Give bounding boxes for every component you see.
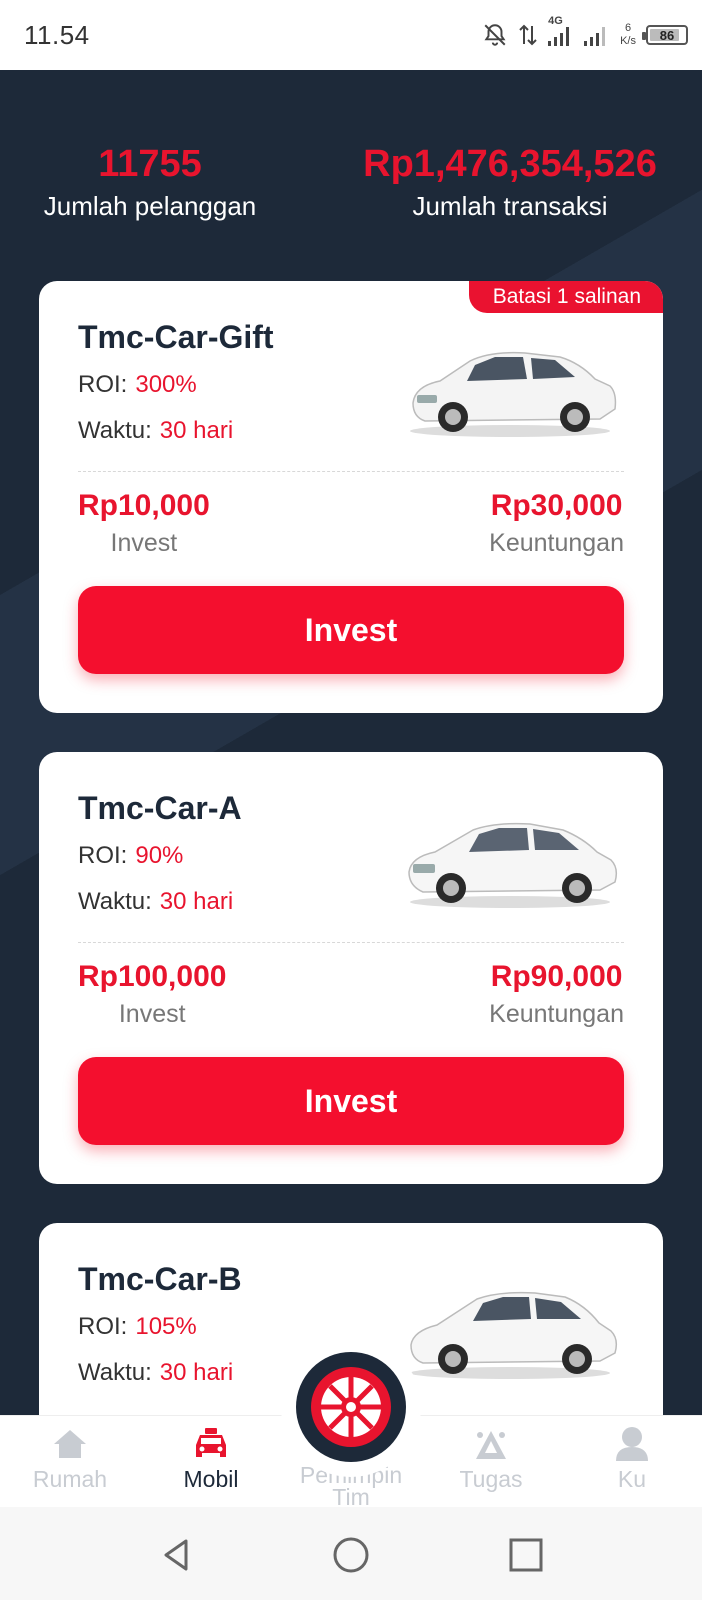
time-label: Waktu: <box>78 888 152 915</box>
car-image <box>410 1291 618 1379</box>
user-icon <box>572 1424 692 1464</box>
nav-item-car[interactable]: Mobil <box>151 1424 271 1494</box>
roi-row: ROI: 300% <box>78 371 197 399</box>
home-icon <box>10 1424 130 1464</box>
invest-label: Invest <box>110 529 178 557</box>
system-nav <box>0 1507 702 1600</box>
invest-value: Rp10,000 <box>78 489 210 522</box>
signal-icon <box>584 23 610 47</box>
roi-row: ROI: 90% <box>78 842 183 870</box>
invest-value: Rp100,000 <box>78 960 227 993</box>
invest-amount: Rp100,000 Invest <box>78 957 226 1031</box>
roi-label: ROI: <box>78 371 128 398</box>
battery-text: 86 <box>659 27 675 43</box>
stat-value: 11755 <box>98 143 202 185</box>
tasks-icon <box>431 1424 551 1464</box>
time-row: Waktu: 30 hari <box>78 1359 233 1387</box>
roi-value: 300% <box>135 371 197 398</box>
network-type: 4G <box>548 15 563 27</box>
time-row: Waktu: 30 hari <box>78 888 233 916</box>
data-transfer-icon <box>518 22 538 48</box>
profit-value: Rp90,000 <box>490 960 623 993</box>
status-time: 11.54 <box>24 20 90 50</box>
invest-button[interactable]: Invest <box>78 586 624 674</box>
roi-label: ROI: <box>78 842 128 869</box>
nav-label: Mobil <box>183 1466 239 1492</box>
signal-4g-icon: 4G <box>548 15 574 47</box>
team-leader-button[interactable] <box>296 1352 406 1462</box>
home-circle-icon[interactable] <box>331 1535 371 1575</box>
profit-label: Keuntungan <box>489 1000 624 1028</box>
wheel-icon <box>311 1367 391 1447</box>
recents-icon[interactable] <box>506 1535 546 1575</box>
card-title: Tmc-Car-B <box>78 1261 242 1297</box>
stats-section: 11755 Jumlah pelanggan Rp1,476,354,526 J… <box>0 142 702 232</box>
notifications-off-icon <box>482 22 508 48</box>
stat-customers: 11755 Jumlah pelanggan <box>30 142 270 224</box>
product-card: Batasi 1 salinan Tmc-Car-Gift ROI: 300% W… <box>39 281 663 713</box>
time-value: 30 hari <box>159 888 234 915</box>
divider <box>78 942 624 943</box>
net-speed-value: 6 <box>624 22 632 34</box>
time-label: Waktu: <box>78 417 152 444</box>
time-label: Waktu: <box>78 1359 152 1386</box>
profit-amount: Rp90,000 Keuntungan <box>489 957 624 1031</box>
stat-value: Rp1,476,354,526 <box>363 143 657 185</box>
limit-badge: Batasi 1 salinan <box>468 281 663 313</box>
profit-label: Keuntungan <box>489 529 624 557</box>
divider <box>78 471 624 472</box>
invest-amount: Rp10,000 Invest <box>78 486 210 560</box>
center-button-wrap <box>281 1337 421 1477</box>
main-content[interactable]: 11755 Jumlah pelanggan Rp1,476,354,526 J… <box>0 70 702 1415</box>
profit-value: Rp30,000 <box>490 489 623 522</box>
roi-row: ROI: 105% <box>78 1313 197 1341</box>
nav-item-profile[interactable]: Ku <box>572 1424 692 1494</box>
car-image <box>408 822 618 908</box>
roi-value: 105% <box>135 1313 197 1340</box>
nav-label: Tugas <box>459 1466 523 1492</box>
stat-transactions: Rp1,476,354,526 Jumlah transaksi <box>350 142 670 224</box>
time-value: 30 hari <box>159 417 234 444</box>
back-icon[interactable] <box>156 1535 196 1575</box>
time-value: 30 hari <box>159 1359 234 1386</box>
nav-item-tasks[interactable]: Tugas <box>431 1424 551 1494</box>
card-title: Tmc-Car-Gift <box>78 319 274 355</box>
net-speed-unit: K/s <box>620 35 636 47</box>
nav-label: Rumah <box>32 1466 108 1492</box>
product-card: Tmc-Car-A ROI: 90% Waktu: 30 hari Rp100,00… <box>39 752 663 1184</box>
net-speed: 6 K/s <box>620 22 636 48</box>
nav-item-home[interactable]: Rumah <box>10 1424 130 1494</box>
stat-label: Jumlah transaksi <box>412 191 608 221</box>
nav-label: Ku <box>617 1466 647 1492</box>
invest-button[interactable]: Invest <box>78 1057 624 1145</box>
battery-icon: 86 <box>642 25 688 45</box>
time-row: Waktu: 30 hari <box>78 417 233 445</box>
invest-label: Invest <box>118 1000 186 1028</box>
status-icons: 4G 6 K/s 86 <box>482 15 688 52</box>
card-title: Tmc-Car-A <box>78 790 242 826</box>
stat-label: Jumlah pelanggan <box>43 191 257 221</box>
car-icon <box>151 1424 271 1464</box>
status-bar: 11.54 4G 6 K/s 86 <box>0 0 702 70</box>
roi-value: 90% <box>135 842 184 869</box>
car-image <box>410 351 617 437</box>
profit-amount: Rp30,000 Keuntungan <box>489 486 624 560</box>
roi-label: ROI: <box>78 1313 128 1340</box>
